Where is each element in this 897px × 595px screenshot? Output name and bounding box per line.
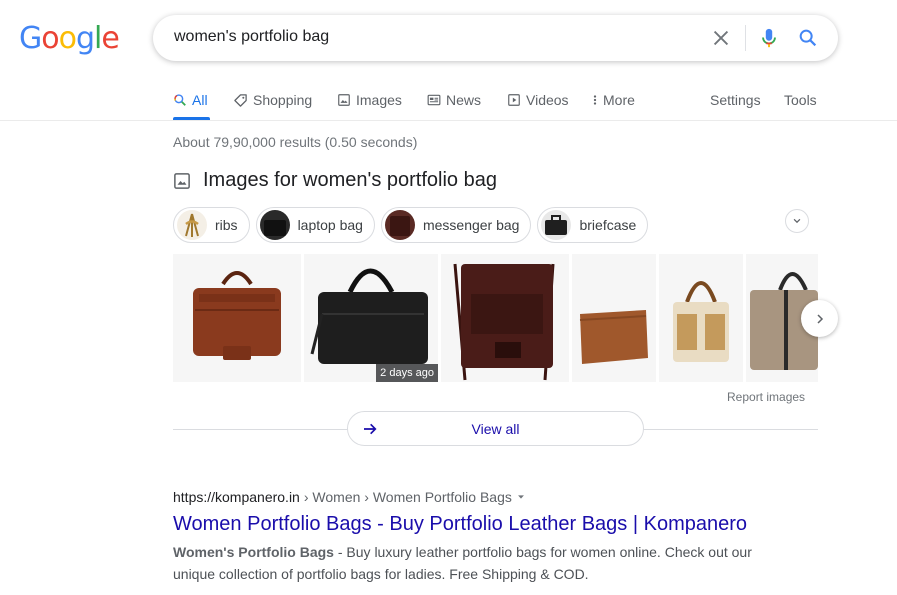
tab-label: Videos: [526, 92, 569, 108]
search-tabs: All Shopping Images News Videos More Set…: [0, 84, 897, 121]
settings-link[interactable]: Settings: [710, 90, 761, 110]
logo-letter: l: [94, 21, 102, 56]
snippet-bold: Women's Portfolio Bags: [173, 544, 334, 560]
tab-videos[interactable]: Videos: [507, 90, 569, 110]
tab-shopping[interactable]: Shopping: [233, 90, 312, 110]
search-icon: [174, 94, 186, 106]
chevron-right-icon: [816, 313, 823, 324]
bag-image: [572, 254, 656, 382]
logo-letter: G: [19, 21, 42, 56]
chips-expand-button[interactable]: [785, 209, 809, 233]
chip-ribs[interactable]: ribs: [173, 207, 250, 243]
chip-briefcase[interactable]: briefcase: [537, 207, 649, 243]
image-strip-next-button[interactable]: [801, 300, 838, 337]
tab-news[interactable]: News: [427, 90, 481, 110]
image-results-strip: 2 days ago: [173, 254, 818, 382]
image-thumbnail[interactable]: 2 days ago: [304, 254, 438, 382]
more-vert-icon: [593, 95, 597, 105]
tab-label: Images: [356, 92, 402, 108]
search-box[interactable]: women's portfolio bag: [153, 15, 838, 61]
chip-thumbnail: [259, 210, 290, 240]
result-title-link[interactable]: Women Portfolio Bags - Buy Portfolio Lea…: [173, 513, 747, 536]
image-thumbnail[interactable]: [173, 254, 301, 382]
image-icon: [174, 172, 190, 189]
chip-thumbnail: [177, 210, 207, 240]
result-url[interactable]: https://kompanero.in › Women › Women Por…: [173, 489, 526, 505]
image-thumbnail[interactable]: [572, 254, 656, 382]
tab-images[interactable]: Images: [337, 90, 402, 110]
images-header[interactable]: Images for women's portfolio bag: [173, 169, 497, 192]
tab-all[interactable]: All: [173, 90, 208, 110]
video-icon: [508, 94, 520, 106]
logo-letter: o: [41, 21, 59, 56]
logo-letter: g: [75, 21, 95, 56]
chip-label: messenger bag: [422, 217, 520, 233]
settings-label: Settings: [710, 92, 761, 108]
result-snippet: Women's Portfolio Bags - Buy luxury leat…: [173, 541, 773, 585]
search-icon[interactable]: [797, 27, 819, 49]
bag-image: [304, 254, 438, 382]
tab-label: Shopping: [253, 92, 313, 108]
chip-thumbnail: [541, 210, 572, 240]
tab-label: All: [192, 92, 208, 108]
image-age-badge: 2 days ago: [376, 364, 438, 382]
tag-icon: [234, 93, 247, 107]
image-icon: [338, 94, 350, 106]
report-images-link[interactable]: Report images: [727, 390, 805, 404]
chip-messenger-bag[interactable]: messenger bag: [380, 207, 532, 243]
result-stats: About 79,90,000 results (0.50 seconds): [173, 134, 418, 150]
chip-label: laptop bag: [297, 217, 363, 233]
search-divider: [745, 25, 746, 51]
google-logo[interactable]: Google: [19, 21, 120, 56]
image-thumbnail[interactable]: [659, 254, 743, 382]
tab-label: News: [446, 92, 482, 108]
close-icon[interactable]: [710, 27, 732, 49]
tools-label: Tools: [784, 92, 817, 108]
logo-letter: o: [58, 21, 77, 56]
view-all-label: View all: [471, 421, 520, 437]
chip-label: ribs: [215, 217, 238, 233]
chip-label: briefcase: [579, 217, 637, 233]
result-breadcrumb: › Women › Women Portfolio Bags: [303, 489, 512, 505]
chevron-down-icon: [793, 218, 801, 224]
bag-image: [441, 254, 569, 382]
image-filter-chips: ribs laptop bag messenger bag briefcase: [173, 207, 649, 243]
bag-image: [659, 254, 743, 382]
images-title: Images for women's portfolio bag: [203, 169, 497, 191]
search-input[interactable]: women's portfolio bag: [174, 28, 329, 46]
caret-down-icon[interactable]: [516, 492, 526, 502]
view-all-button[interactable]: View all: [347, 411, 644, 446]
result-domain: https://kompanero.in: [173, 489, 300, 505]
image-thumbnail[interactable]: [441, 254, 569, 382]
bag-image: [173, 254, 301, 382]
news-icon: [427, 94, 441, 106]
microphone-icon[interactable]: [758, 26, 780, 50]
logo-letter: e: [101, 21, 119, 56]
active-tab-indicator: [173, 117, 210, 120]
chip-thumbnail: [384, 210, 415, 240]
chip-laptop-bag[interactable]: laptop bag: [255, 207, 375, 243]
tab-more[interactable]: More: [592, 90, 635, 110]
tools-link[interactable]: Tools: [784, 90, 817, 110]
tab-label: More: [603, 92, 635, 108]
